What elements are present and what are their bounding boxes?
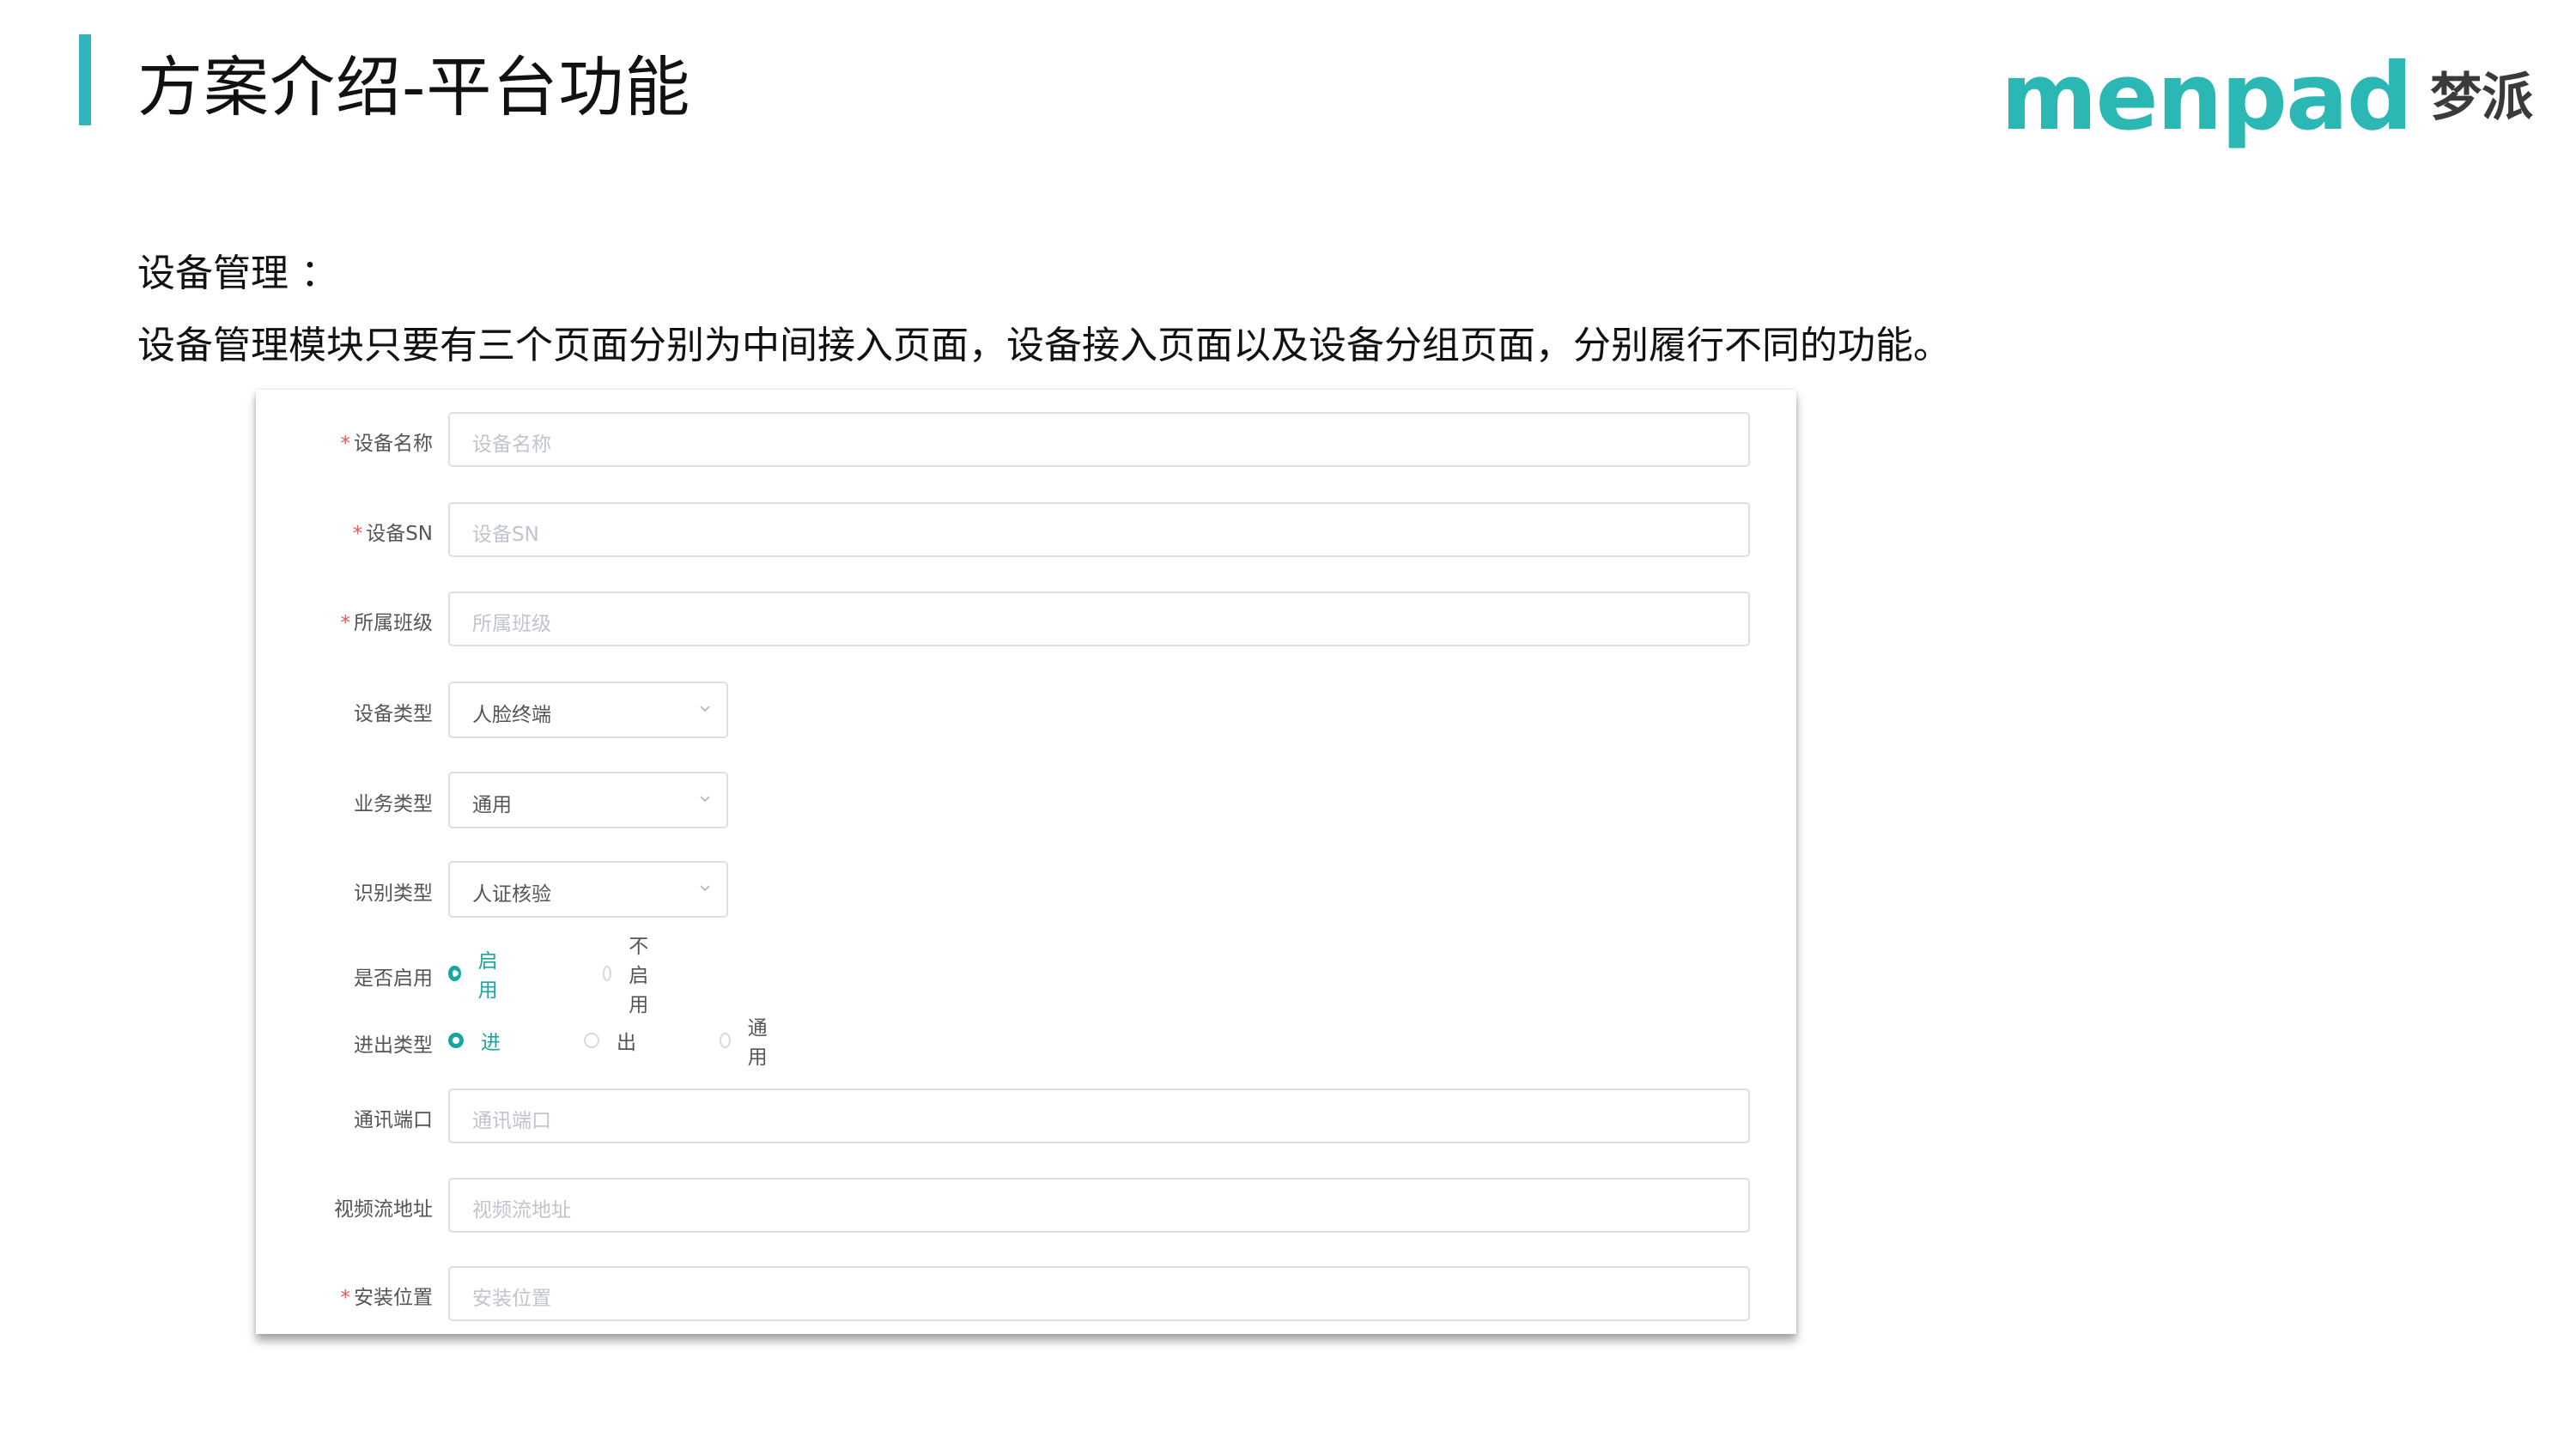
chevron-down-icon [700, 796, 710, 803]
title-accent-bar [79, 34, 91, 125]
recognition-type-value: 人证核验 [472, 883, 551, 906]
device-name-placeholder: 设备名称 [472, 433, 551, 456]
form-row-business-type: 业务类型 通用 [256, 772, 1796, 828]
radio-checked-icon [448, 1033, 464, 1048]
radio-out-label: 出 [617, 1032, 636, 1054]
device-type-value: 人脸终端 [472, 704, 551, 726]
radio-unchecked-icon [720, 1033, 731, 1048]
page-title: 方案介绍-平台功能 [137, 49, 691, 125]
class-placeholder: 所属班级 [472, 613, 551, 635]
device-sn-label: * 设备SN [352, 523, 433, 545]
class-label: * 所属班级 [340, 612, 434, 634]
class-input[interactable]: 所属班级 [448, 591, 1750, 646]
stream-url-input[interactable]: 视频流地址 [448, 1178, 1750, 1233]
radio-in[interactable]: 进 [448, 1023, 501, 1058]
device-type-label: 设备类型 [354, 703, 433, 725]
form-row-recognition-type: 识别类型 人证核验 [256, 861, 1796, 918]
chevron-down-icon [700, 706, 710, 712]
direction-label: 进出类型 [354, 1034, 433, 1057]
device-type-select[interactable]: 人脸终端 [448, 682, 728, 738]
section-label: 设备管理 ： [137, 252, 338, 295]
device-form-card: * 设备名称 设备名称 * 设备SN 设备SN * 所属班级 所属班级 设备类型 人脸… [256, 390, 1796, 1334]
business-type-value: 通用 [472, 794, 512, 816]
radio-enabled[interactable]: 启用 [448, 950, 501, 1002]
menpad-logo: menpad 梦派 [2001, 44, 2534, 151]
business-type-select[interactable]: 通用 [448, 772, 728, 828]
radio-unchecked-icon [584, 1033, 599, 1048]
location-input[interactable]: 安装位置 [448, 1266, 1750, 1321]
form-row-location: * 安装位置 安装位置 [256, 1266, 1796, 1321]
radio-both[interactable]: 通用 [720, 1017, 772, 1069]
location-placeholder: 安装位置 [472, 1288, 551, 1310]
recognition-type-select[interactable]: 人证核验 [448, 861, 728, 918]
enabled-label: 是否启用 [354, 967, 433, 990]
logo-wordmark: menpad [2001, 44, 2413, 151]
form-row-device-type: 设备类型 人脸终端 [256, 682, 1796, 738]
form-row-enabled: 是否启用 启用 不启用 [256, 936, 1796, 1016]
radio-checked-icon [448, 966, 461, 981]
radio-out[interactable]: 出 [584, 1023, 636, 1058]
device-sn-placeholder: 设备SN [472, 524, 539, 546]
radio-unchecked-icon [603, 966, 612, 981]
business-type-label: 业务类型 [354, 793, 433, 815]
form-row-direction: 进出类型 进 出 通用 [256, 1017, 1796, 1069]
section-description: 设备管理模块只要有三个页面分别为中间接入页面，设备接入页面以及设备分组页面，分别… [137, 324, 1951, 367]
logo-chinese-name: 梦派 [2430, 68, 2534, 128]
port-input[interactable]: 通讯端口 [448, 1088, 1750, 1143]
port-label: 通讯端口 [354, 1109, 433, 1131]
required-mark: * [340, 612, 351, 634]
stream-url-placeholder: 视频流地址 [472, 1199, 571, 1222]
device-name-label: * 设备名称 [340, 433, 434, 455]
radio-both-label: 通用 [747, 1017, 768, 1069]
required-mark: * [340, 433, 351, 455]
radio-disabled[interactable]: 不启用 [603, 936, 655, 1016]
stream-url-label: 视频流地址 [334, 1198, 433, 1221]
device-sn-input[interactable]: 设备SN [448, 502, 1750, 557]
radio-enabled-label: 启用 [477, 950, 498, 1002]
radio-in-label: 进 [481, 1032, 501, 1054]
form-row-device-name: * 设备名称 设备名称 [256, 412, 1796, 467]
radio-disabled-label: 不启用 [629, 936, 649, 1016]
form-row-port: 通讯端口 通讯端口 [256, 1088, 1796, 1143]
device-name-input[interactable]: 设备名称 [448, 412, 1750, 467]
form-row-device-sn: * 设备SN 设备SN [256, 502, 1796, 557]
required-mark: * [340, 1287, 351, 1309]
chevron-down-icon [700, 885, 710, 892]
form-row-stream-url: 视频流地址 视频流地址 [256, 1178, 1796, 1233]
required-mark: * [352, 523, 363, 545]
location-label: * 安装位置 [340, 1287, 434, 1309]
form-row-class: * 所属班级 所属班级 [256, 591, 1796, 646]
port-placeholder: 通讯端口 [472, 1110, 551, 1132]
recognition-type-label: 识别类型 [354, 882, 433, 905]
